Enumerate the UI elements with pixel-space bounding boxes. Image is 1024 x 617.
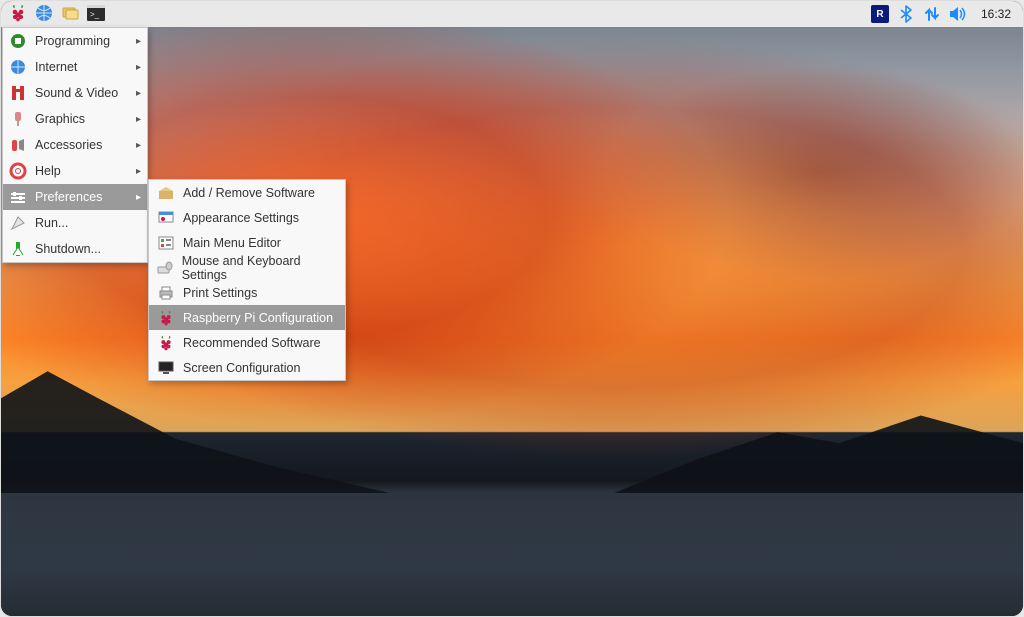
sound-video-icon (9, 84, 27, 102)
submenu-item-label: Raspberry Pi Configuration (183, 311, 333, 325)
menu-item-label: Internet (35, 60, 128, 74)
menu-item-shutdown[interactable]: Shutdown... (3, 236, 147, 262)
preferences-icon (9, 188, 27, 206)
raspberry-icon (10, 4, 26, 25)
submenu-item-screen-configuration[interactable]: Screen Configuration (149, 355, 345, 380)
menu-item-internet[interactable]: Internet ▸ (3, 54, 147, 80)
panel-launchers: >_ (7, 3, 107, 25)
app-menu-button[interactable] (7, 3, 29, 25)
accessories-icon (9, 136, 27, 154)
globe-icon (35, 4, 53, 25)
shutdown-icon (9, 240, 27, 258)
submenu-item-mouse-keyboard[interactable]: Mouse and Keyboard Settings (149, 255, 345, 280)
internet-icon (9, 58, 27, 76)
folders-icon (60, 5, 80, 24)
svg-text:>_: >_ (90, 10, 100, 19)
menu-item-graphics[interactable]: Graphics ▸ (3, 106, 147, 132)
menu-item-label: Preferences (35, 190, 128, 204)
package-icon (157, 184, 175, 202)
chevron-right-icon: ▸ (136, 140, 141, 151)
run-icon (9, 214, 27, 232)
submenu-item-print-settings[interactable]: Print Settings (149, 280, 345, 305)
browser-launcher[interactable] (33, 3, 55, 25)
help-icon (9, 162, 27, 180)
submenu-item-label: Add / Remove Software (183, 186, 315, 200)
menu-editor-icon (157, 234, 175, 252)
submenu-item-main-menu-editor[interactable]: Main Menu Editor (149, 230, 345, 255)
terminal-icon: >_ (87, 5, 105, 24)
submenu-item-raspberry-pi-configuration[interactable]: Raspberry Pi Configuration (149, 305, 345, 330)
system-tray: R (869, 3, 1017, 25)
submenu-item-label: Screen Configuration (183, 361, 300, 375)
menu-item-help[interactable]: Help ▸ (3, 158, 147, 184)
menu-item-run[interactable]: Run... (3, 210, 147, 236)
chevron-right-icon: ▸ (136, 62, 141, 73)
bluetooth-icon (899, 5, 913, 23)
raspberry-icon (157, 334, 175, 352)
menu-item-accessories[interactable]: Accessories ▸ (3, 132, 147, 158)
chevron-right-icon: ▸ (136, 166, 141, 177)
menu-item-label: Help (35, 164, 128, 178)
top-panel: >_ R (1, 1, 1023, 27)
submenu-item-label: Recommended Software (183, 336, 321, 350)
chevron-right-icon: ▸ (136, 36, 141, 47)
preferences-submenu: Add / Remove Software Appearance Setting… (148, 179, 346, 381)
terminal-launcher[interactable]: >_ (85, 3, 107, 25)
volume-icon (949, 6, 967, 22)
chevron-right-icon: ▸ (136, 192, 141, 203)
menu-item-label: Programming (35, 34, 128, 48)
submenu-item-label: Main Menu Editor (183, 236, 281, 250)
appearance-icon (157, 209, 175, 227)
menu-item-label: Shutdown... (35, 242, 141, 256)
chevron-right-icon: ▸ (136, 114, 141, 125)
menu-item-label: Graphics (35, 112, 128, 126)
mouse-keyboard-icon (157, 259, 174, 277)
graphics-icon (9, 110, 27, 128)
submenu-item-add-remove-software[interactable]: Add / Remove Software (149, 180, 345, 205)
network-tray[interactable] (921, 3, 943, 25)
bluetooth-tray[interactable] (895, 3, 917, 25)
menu-item-label: Sound & Video (35, 86, 128, 100)
menu-item-label: Accessories (35, 138, 128, 152)
programming-icon (9, 32, 27, 50)
application-menu: Programming ▸ Internet ▸ Sound & Video ▸… (2, 27, 148, 263)
network-icon (923, 5, 941, 23)
desktop-frame: >_ R (0, 0, 1024, 617)
menu-item-programming[interactable]: Programming ▸ (3, 28, 147, 54)
submenu-item-label: Appearance Settings (183, 211, 299, 225)
file-manager-launcher[interactable] (59, 3, 81, 25)
submenu-item-label: Mouse and Keyboard Settings (182, 254, 337, 282)
printer-icon (157, 284, 175, 302)
menu-item-sound-video[interactable]: Sound & Video ▸ (3, 80, 147, 106)
volume-tray[interactable] (947, 3, 969, 25)
raspberry-icon (157, 309, 175, 327)
chevron-right-icon: ▸ (136, 88, 141, 99)
menu-item-preferences[interactable]: Preferences ▸ (3, 184, 147, 210)
panel-clock[interactable]: 16:32 (981, 7, 1011, 21)
menu-item-label: Run... (35, 216, 141, 230)
submenu-item-recommended-software[interactable]: Recommended Software (149, 330, 345, 355)
vnc-icon: R (871, 5, 889, 23)
monitor-icon (157, 359, 175, 377)
submenu-item-label: Print Settings (183, 286, 257, 300)
vnc-tray[interactable]: R (869, 3, 891, 25)
submenu-item-appearance-settings[interactable]: Appearance Settings (149, 205, 345, 230)
